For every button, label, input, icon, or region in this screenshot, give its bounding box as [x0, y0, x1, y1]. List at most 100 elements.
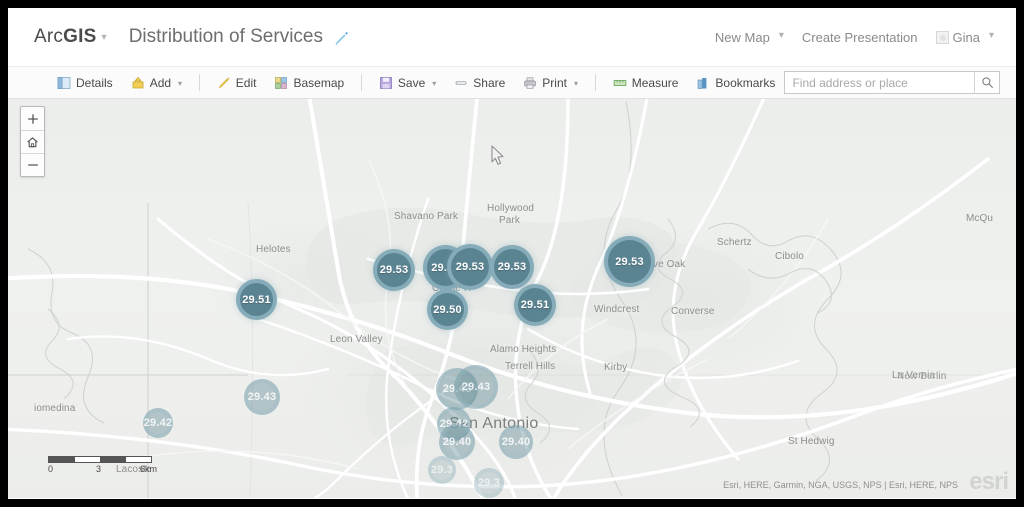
search-button[interactable]: [974, 72, 999, 93]
place-label: Windcrest: [594, 304, 640, 315]
app-header: ArcGIS ▾ Distribution of Services New Map…: [8, 8, 1016, 66]
cluster-marker[interactable]: 29.43: [454, 365, 498, 409]
create-presentation-button[interactable]: Create Presentation: [802, 30, 918, 45]
place-label: La Vernia: [892, 370, 936, 381]
place-label: Cibolo: [775, 251, 804, 262]
scale-bar-ticks: 0 3 6km: [48, 464, 157, 476]
place-label: Kirby: [604, 362, 628, 373]
printer-icon: [523, 76, 537, 90]
place-label: Shavano Park: [394, 211, 459, 222]
chevron-down-icon[interactable]: ▾: [101, 32, 106, 43]
new-map-label: New Map: [714, 29, 770, 45]
save-label: Save: [397, 75, 426, 90]
map-canvas[interactable]: Shavano Park Hollywood Park Helotes Sche…: [8, 99, 1016, 498]
basemap-grid-icon: [274, 76, 288, 90]
zoom-out-button[interactable]: [21, 153, 44, 176]
basemap-label: Basemap: [293, 75, 345, 90]
create-presentation-label: Create Presentation: [801, 29, 918, 45]
print-button[interactable]: Print ▾: [514, 73, 587, 93]
scale-label-end: 6km: [140, 464, 158, 474]
minus-icon: [27, 164, 38, 166]
cluster-marker[interactable]: 29.43: [244, 379, 280, 415]
header-actions: New Map ▾ Create Presentation Gina ▾: [715, 30, 994, 45]
place-label: iomedina: [34, 403, 76, 414]
scale-label-start: 0: [48, 464, 54, 474]
map-attribution: Esri, HERE, Garmin, NGA, USGS, NPS | Esr…: [723, 480, 958, 490]
user-name-label: Gina: [952, 29, 980, 45]
bookmarks-button[interactable]: Bookmarks: [687, 73, 784, 93]
place-label: Park: [499, 215, 520, 226]
place-label: McQu: [966, 213, 994, 224]
cluster-marker[interactable]: 29.53: [373, 249, 415, 291]
scale-bar: 0 3 6km: [48, 456, 157, 476]
pencil-icon[interactable]: [333, 31, 349, 47]
toolbar-divider: [361, 74, 362, 91]
measure-ruler-icon: [613, 76, 627, 90]
brand-light-text: Arc: [34, 26, 64, 47]
scale-segment: [125, 457, 151, 462]
scale-segment: [73, 457, 100, 462]
toolbar-divider: [595, 74, 596, 91]
place-label: Leon Valley: [330, 334, 383, 345]
share-icon: [454, 76, 468, 90]
basemap-button[interactable]: Basemap: [265, 73, 353, 93]
bookmarks-label: Bookmarks: [715, 75, 776, 90]
details-label: Details: [76, 75, 113, 90]
add-label: Add: [149, 75, 172, 90]
avatar: [935, 30, 949, 44]
details-button[interactable]: Details: [48, 73, 122, 93]
new-map-menu[interactable]: New Map ▾: [715, 30, 784, 45]
share-button[interactable]: Share: [445, 73, 514, 93]
cluster-marker[interactable]: 29.53: [604, 236, 655, 287]
search-icon: [981, 77, 993, 88]
add-button[interactable]: Add ▾: [122, 73, 191, 93]
chevron-down-icon: ▾: [988, 29, 994, 41]
cluster-marker[interactable]: 29.51: [514, 284, 556, 326]
home-button[interactable]: [21, 130, 44, 153]
toolbar-divider: [199, 74, 200, 91]
cluster-marker[interactable]: 29.53: [447, 244, 493, 290]
map-zoom-controls: [20, 106, 45, 177]
bookmark-book-icon: [696, 76, 710, 90]
print-label: Print: [542, 75, 567, 90]
cluster-marker[interactable]: 29.3: [474, 468, 504, 498]
chevron-down-icon: ▾: [432, 79, 437, 88]
save-button[interactable]: Save ▾: [370, 73, 445, 93]
scale-segment: [49, 457, 74, 462]
pencil-icon: [217, 76, 231, 90]
scale-label-mid: 3: [96, 464, 102, 474]
cluster-marker[interactable]: 29.50: [427, 289, 468, 330]
scale-segment: [99, 457, 126, 462]
esri-logo: esri: [969, 468, 1009, 495]
place-label: St Hedwig: [788, 436, 835, 447]
place-label: Alamo Heights: [490, 344, 557, 355]
edit-label: Edit: [235, 75, 257, 90]
place-label: Schertz: [717, 237, 752, 248]
place-label: Helotes: [256, 244, 291, 255]
arcgis-app-window: ArcGIS ▾ Distribution of Services New Map…: [8, 8, 1016, 499]
chevron-down-icon: ▾: [178, 79, 183, 88]
arcgis-brand[interactable]: ArcGIS ▾: [34, 26, 107, 48]
search-input[interactable]: [785, 72, 974, 93]
cluster-marker[interactable]: 29.51: [236, 279, 277, 320]
plus-icon: [27, 113, 38, 124]
scale-bar-graphic: [48, 456, 152, 463]
zoom-in-button[interactable]: [21, 107, 44, 130]
home-icon: [27, 136, 38, 147]
place-label: Terrell Hills: [505, 361, 556, 372]
chevron-down-icon: ▾: [778, 29, 784, 41]
cluster-marker[interactable]: 29.42: [143, 408, 173, 438]
cluster-marker[interactable]: 29.53: [490, 245, 534, 289]
map-toolbar: Details Add ▾ Edit Basemap Save ▾ Share …: [8, 66, 1016, 99]
chevron-down-icon: ▾: [573, 79, 578, 88]
add-layer-icon: [131, 76, 145, 90]
save-floppy-icon: [379, 76, 393, 90]
measure-label: Measure: [631, 75, 679, 90]
user-menu[interactable]: Gina ▾: [935, 29, 994, 45]
measure-button[interactable]: Measure: [604, 73, 688, 93]
edit-button[interactable]: Edit: [208, 73, 266, 93]
page-title: Distribution of Services: [128, 26, 323, 47]
brand-bold-text: GIS: [63, 26, 97, 47]
search-box[interactable]: [784, 71, 1000, 94]
details-panel-icon: [57, 76, 71, 90]
